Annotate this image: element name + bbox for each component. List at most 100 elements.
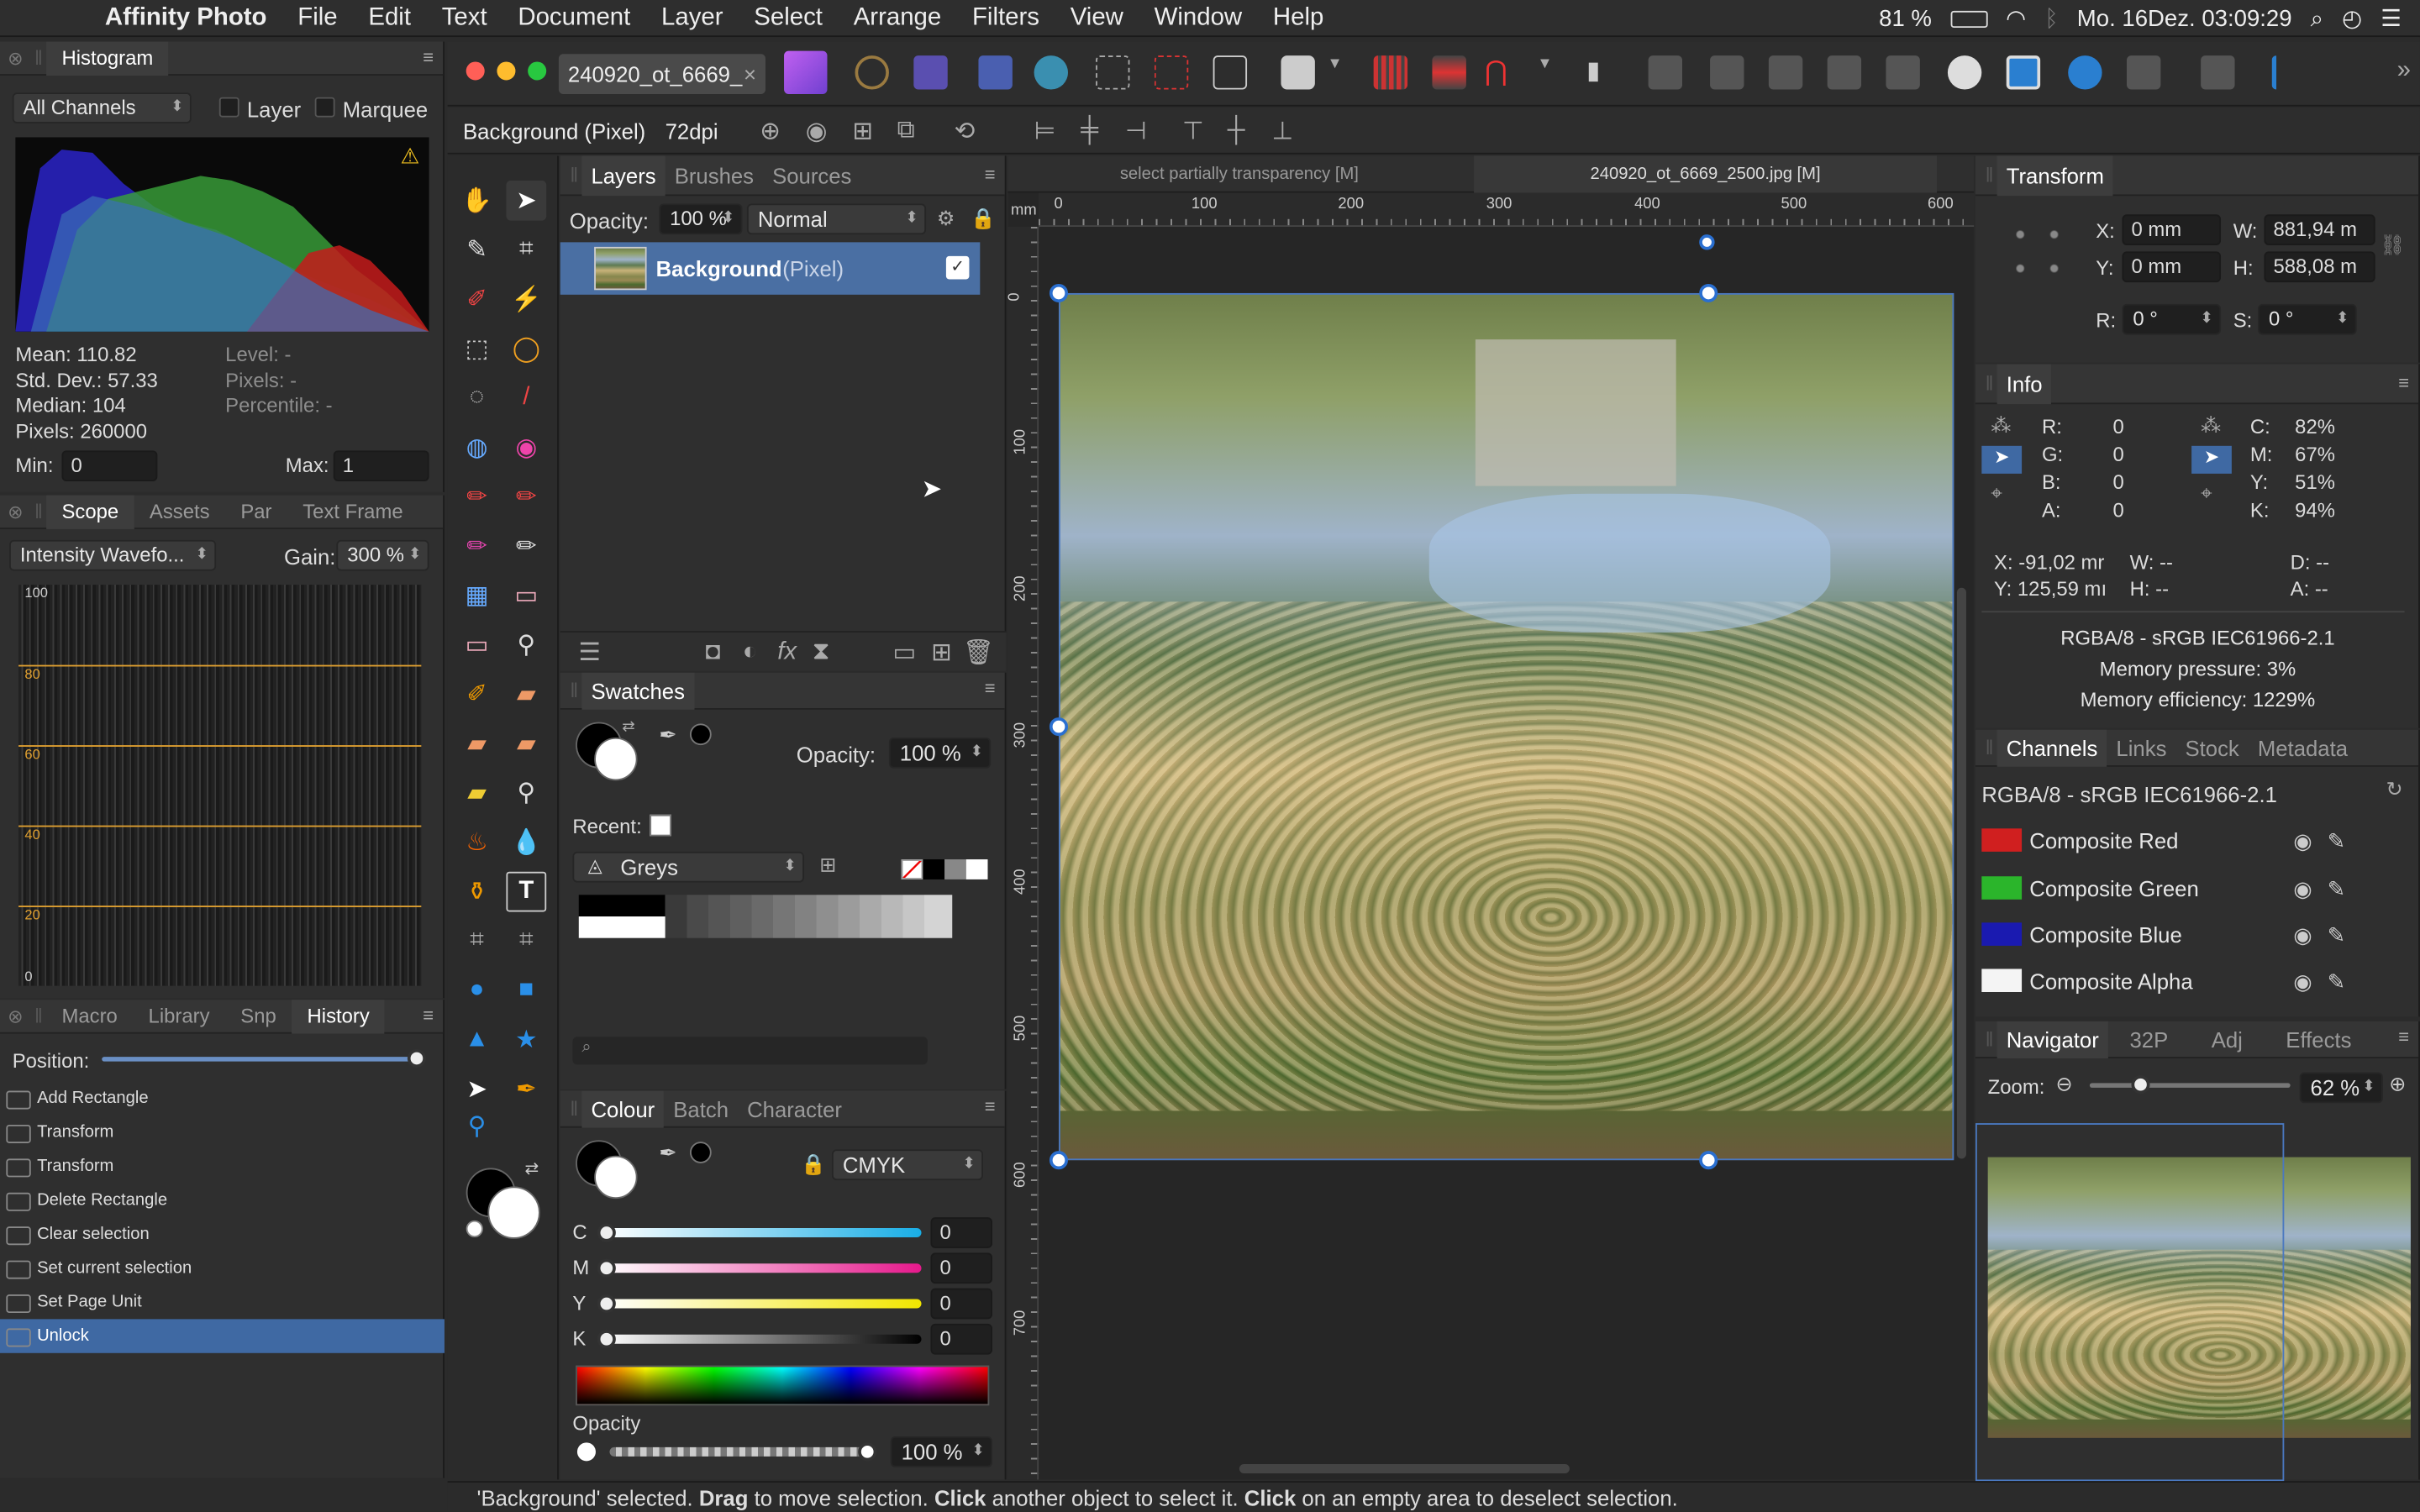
mixer-brush-icon[interactable]: ✏ xyxy=(506,477,546,517)
wifi-icon[interactable]: ◠ xyxy=(2006,5,2026,32)
rectangular-marquee-icon[interactable]: ⬚ xyxy=(457,328,497,369)
panel-menu-icon[interactable]: ≡ xyxy=(423,46,434,68)
spotlight-icon[interactable]: ⌕ xyxy=(2311,5,2323,31)
key-input[interactable]: 0 xyxy=(930,1323,992,1355)
swatch-bg-colour[interactable] xyxy=(594,737,638,781)
snapping-magnet-icon[interactable]: ⋂ xyxy=(1485,55,1518,89)
quick-mask-icon[interactable] xyxy=(1281,55,1315,90)
close-tab-icon[interactable]: × xyxy=(744,54,756,94)
marquee-tool-icon[interactable] xyxy=(1096,55,1130,90)
menu-text[interactable]: Text xyxy=(426,4,502,32)
liquify-persona-icon[interactable] xyxy=(855,55,889,90)
paint-mixer-icon[interactable]: ✏ xyxy=(457,526,497,566)
menu-select[interactable]: Select xyxy=(739,4,838,32)
red-eye-icon[interactable]: ▰ xyxy=(457,773,497,813)
cyan-input[interactable]: 0 xyxy=(930,1217,992,1248)
swatch-opacity-select[interactable]: 100 % xyxy=(888,737,992,769)
patch-tool-icon[interactable]: ▰ xyxy=(506,675,546,715)
black-swatch[interactable] xyxy=(923,859,945,879)
panel-grip-icon[interactable]: ‖ xyxy=(1981,164,1996,187)
tab-library[interactable]: Library xyxy=(133,1005,225,1028)
position-slider-knob[interactable] xyxy=(407,1048,426,1068)
window-close-button[interactable] xyxy=(466,61,485,81)
menu-window[interactable]: Window xyxy=(1139,4,1257,32)
tab-sources[interactable]: Sources xyxy=(763,163,860,187)
align-top-icon[interactable]: ⊤ xyxy=(1173,111,1213,151)
align-left-icon[interactable]: ⊨ xyxy=(1025,111,1065,151)
channel-row[interactable]: Composite Red ◉ ✎ xyxy=(1979,817,2405,864)
hand-tool-icon[interactable]: ✋ xyxy=(457,181,497,221)
flood-select-icon[interactable]: ⚡ xyxy=(506,279,546,319)
tab-metadata[interactable]: Metadata xyxy=(2249,735,2357,759)
vertical-ruler[interactable]: 0 100 200 300 400 500 600 700 xyxy=(1007,226,1039,1480)
close-panel-icon[interactable]: ⊗ xyxy=(0,501,31,522)
panel-menu-icon[interactable]: ≡ xyxy=(423,1005,434,1026)
mesh-warp-icon[interactable]: ⌗ xyxy=(457,921,497,962)
position-slider[interactable] xyxy=(102,1057,420,1062)
star-tool-icon[interactable]: ★ xyxy=(506,1020,546,1060)
recent-swatch[interactable] xyxy=(650,814,671,837)
close-panel-icon[interactable]: ⊗ xyxy=(0,1005,31,1027)
yellow-slider-knob[interactable] xyxy=(597,1294,616,1314)
transform-r-select[interactable]: 0 ° xyxy=(2122,303,2222,335)
inpainting-brush-icon[interactable]: ▰ xyxy=(506,723,546,764)
invert-selection-icon[interactable] xyxy=(1213,55,1248,90)
layer-visibility-checkbox[interactable]: ✓ xyxy=(945,255,970,280)
boolean-subtract-icon[interactable] xyxy=(1710,55,1744,90)
layer-checkbox[interactable] xyxy=(218,97,239,118)
tab-histogram[interactable]: Histogram xyxy=(46,40,169,76)
swap-colours-icon[interactable]: ⇄ xyxy=(524,1158,539,1179)
swatch-search[interactable]: ⌕ xyxy=(572,1037,928,1065)
channel-row[interactable]: Composite Alpha ◉ ✎ xyxy=(1979,958,2405,1005)
none-swatch[interactable] xyxy=(901,859,923,879)
grey-swatch[interactable] xyxy=(944,859,966,879)
colour-selector-bg[interactable] xyxy=(487,1186,540,1239)
selection-handle-bm[interactable] xyxy=(1699,1151,1718,1170)
tab-stock[interactable]: Stock xyxy=(2175,735,2248,759)
erase-brush-icon[interactable]: ✏ xyxy=(506,526,546,566)
flip-icon[interactable] xyxy=(2068,55,2102,90)
boolean-xor-icon[interactable] xyxy=(1827,55,1862,90)
swatch-grid-row2[interactable] xyxy=(578,916,666,938)
clone-brush-icon[interactable]: ⚲ xyxy=(506,625,546,665)
menu-edit[interactable]: Edit xyxy=(353,4,426,32)
selection-handle-rotate[interactable] xyxy=(1699,234,1715,250)
zoom-in-icon[interactable]: ⊕ xyxy=(2389,1073,2406,1097)
navigator-view-rect[interactable] xyxy=(1975,1123,2285,1482)
blemish-removal-icon[interactable]: ▰ xyxy=(457,723,497,764)
edit-pencil-icon[interactable]: ✎ xyxy=(2328,817,2346,864)
magenta-input[interactable]: 0 xyxy=(930,1252,992,1284)
view-zoom-icon[interactable]: ⚲ xyxy=(457,1106,497,1147)
rgb-target-icon[interactable]: ⌖ xyxy=(1991,481,2002,506)
group-folder-icon[interactable]: ▭ xyxy=(884,633,924,673)
zoom-slider[interactable] xyxy=(2089,1083,2291,1088)
history-item[interactable]: Clear selection xyxy=(0,1217,445,1251)
swap-colours-icon[interactable]: ⇄ xyxy=(622,719,634,736)
add-swatch-icon[interactable]: ⊞ xyxy=(819,853,836,878)
panel-grip-icon[interactable]: ‖ xyxy=(1981,736,1996,759)
menu-filters[interactable]: Filters xyxy=(957,4,1055,32)
control-center-icon[interactable]: ◴ xyxy=(2342,5,2362,32)
cyan-slider[interactable] xyxy=(603,1228,922,1238)
tab-snapshots[interactable]: Snp xyxy=(225,1005,292,1028)
colour-picker-tool-icon[interactable]: ✎ xyxy=(457,230,497,270)
elliptical-marquee-icon[interactable]: ◌ xyxy=(457,378,497,418)
notification-icon[interactable]: ☰ xyxy=(2381,5,2402,32)
burn-brush-icon[interactable]: ♨ xyxy=(457,822,497,863)
triangle-tool-icon[interactable]: ▲ xyxy=(457,1020,497,1060)
reset-channels-icon[interactable]: ↻ xyxy=(2386,778,2403,802)
delete-layer-icon[interactable]: 🗑 xyxy=(959,633,999,673)
tab-adjustments[interactable]: Adj xyxy=(2190,1026,2265,1051)
add-layer-icon[interactable]: ⊞ xyxy=(922,633,962,673)
menu-arrange[interactable]: Arrange xyxy=(838,4,956,32)
panel-grip-icon[interactable]: ‖ xyxy=(566,164,581,187)
eye-icon[interactable]: ◉ xyxy=(2293,865,2312,911)
freehand-selection-icon[interactable]: ◯ xyxy=(506,328,546,369)
layer-opacity-select[interactable]: 100 % xyxy=(659,203,743,235)
close-panel-icon[interactable]: ⊗ xyxy=(0,47,31,69)
develop-persona-icon[interactable] xyxy=(913,55,948,90)
colour-replacement-icon[interactable]: ◉ xyxy=(506,428,546,468)
tab-swatches[interactable]: Swatches xyxy=(581,671,694,709)
eye-icon[interactable]: ◉ xyxy=(2293,958,2312,1005)
grid-snap-icon[interactable]: ⊞ xyxy=(843,111,883,151)
